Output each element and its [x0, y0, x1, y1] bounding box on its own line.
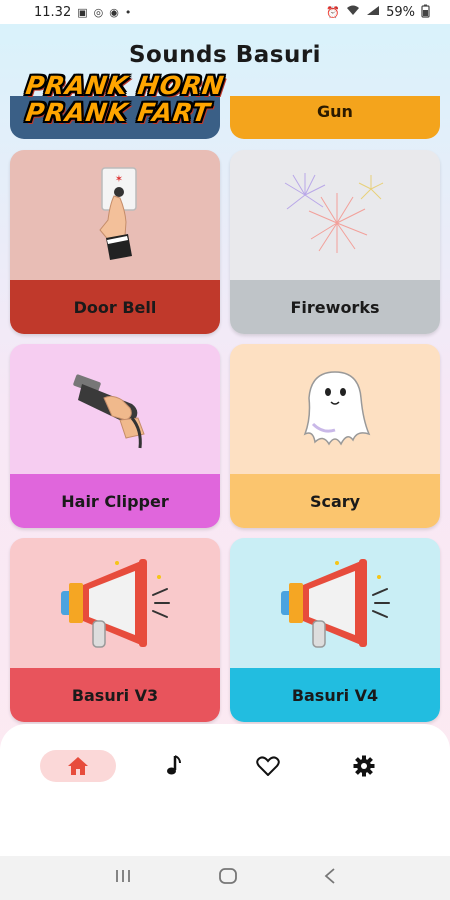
- banner-line-2: PRANK FART: [23, 98, 213, 127]
- whatsapp-notification-icon: ◉: [109, 5, 119, 19]
- sound-card-basuri-v3[interactable]: Basuri V3: [10, 538, 220, 722]
- svg-text:✶: ✶: [115, 174, 123, 185]
- status-left: 11.32 ▣ ◎ ◉ •: [34, 5, 131, 20]
- sound-card-scary[interactable]: Scary: [230, 344, 440, 528]
- card-image: [10, 538, 220, 668]
- sound-card-label: Scary: [230, 474, 440, 528]
- sound-card-label: Basuri V4: [230, 668, 440, 722]
- signal-icon: [366, 5, 380, 19]
- nav-music[interactable]: [136, 750, 212, 782]
- fireworks-icon: [284, 173, 384, 253]
- recent-apps-icon[interactable]: [113, 868, 133, 888]
- battery-icon: [421, 4, 430, 21]
- nav-favorites[interactable]: [230, 750, 306, 782]
- megaphone-icon: [281, 559, 390, 648]
- status-bar: 11.32 ▣ ◎ ◉ • ⏰ 59%: [0, 0, 450, 24]
- sound-card-gun[interactable]: Gun: [230, 96, 440, 139]
- music-icon: [167, 755, 181, 775]
- system-navigation-bar: [0, 856, 450, 900]
- hair-clipper-icon: [73, 374, 145, 449]
- home-icon: [68, 757, 88, 775]
- back-icon[interactable]: [323, 867, 337, 889]
- card-image: [230, 344, 440, 474]
- alarm-icon: ⏰: [326, 5, 341, 19]
- bottom-navigation: [0, 724, 450, 856]
- prank-banner: PRANK HORN PRANK FART: [23, 71, 256, 127]
- sound-card-door-bell[interactable]: ✶ Door Bell: [10, 150, 220, 334]
- card-image: ✶: [10, 150, 220, 280]
- megaphone-icon: [61, 559, 170, 648]
- sound-card-basuri-v4[interactable]: Basuri V4: [230, 538, 440, 722]
- page-title: Sounds Basuri: [128, 42, 322, 68]
- gallery-notification-icon: ▣: [77, 5, 88, 19]
- nav-settings[interactable]: [326, 750, 402, 782]
- heart-icon: [256, 756, 280, 776]
- sound-card-label: Fireworks: [230, 280, 440, 334]
- card-image: [230, 150, 440, 280]
- sound-card-label: Gun: [317, 102, 353, 121]
- status-right: ⏰ 59%: [326, 4, 430, 21]
- card-image: [230, 538, 440, 668]
- status-time: 11.32: [34, 4, 72, 20]
- banner-line-1: PRANK HORN: [23, 71, 227, 100]
- sound-card-hair-clipper[interactable]: Hair Clipper: [10, 344, 220, 528]
- app-content: Sounds Basuri Gun PRANK HORN PRANK FART …: [0, 24, 450, 856]
- more-notifications-icon: •: [124, 5, 132, 19]
- sound-card-fireworks[interactable]: Fireworks: [230, 150, 440, 334]
- nav-home[interactable]: [40, 750, 116, 782]
- sound-card-label: Door Bell: [10, 280, 220, 334]
- battery-percent: 59%: [386, 4, 415, 20]
- doorbell-icon: ✶: [99, 167, 137, 260]
- settings-icon: [353, 755, 375, 777]
- card-image: [10, 344, 220, 474]
- sound-card-label: Basuri V3: [10, 668, 220, 722]
- wifi-icon: [346, 5, 360, 19]
- ghost-icon: [303, 371, 371, 446]
- instagram-notification-icon: ◎: [93, 5, 104, 19]
- sound-card-label: Hair Clipper: [10, 474, 220, 528]
- home-button-icon[interactable]: [218, 867, 238, 889]
